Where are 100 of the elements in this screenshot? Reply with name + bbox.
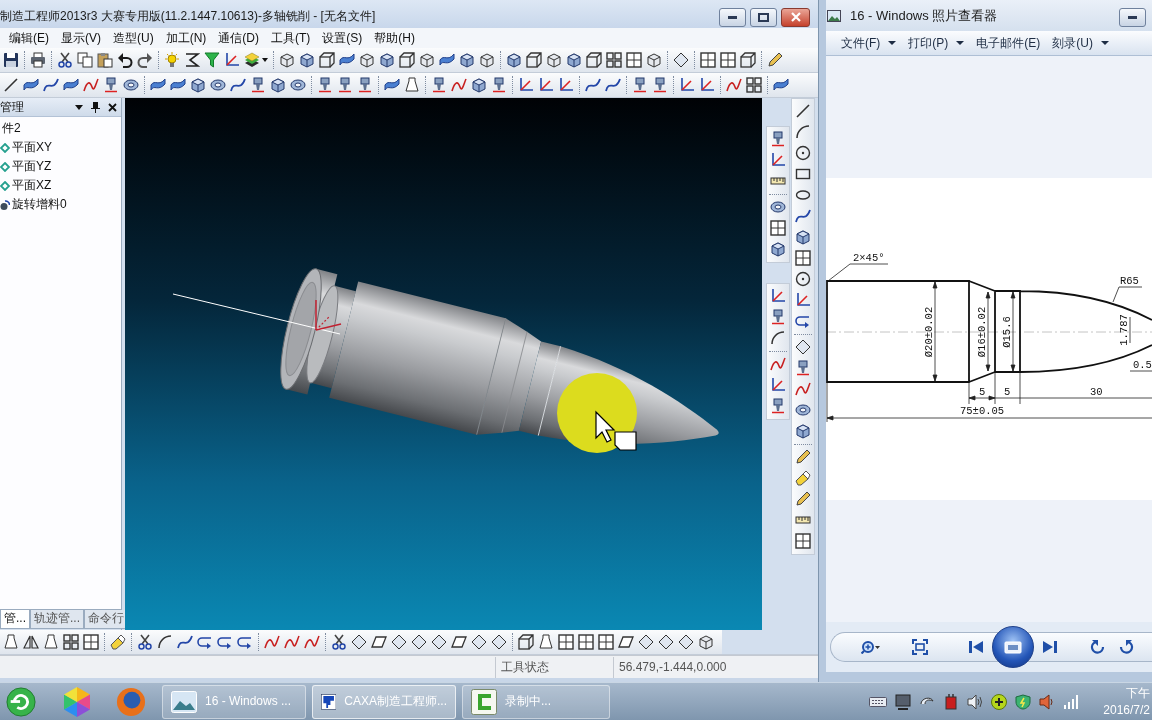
pencil-icon[interactable] <box>795 449 811 465</box>
hook-arrow-icon[interactable] <box>217 634 233 650</box>
rhombus-icon[interactable] <box>431 634 447 650</box>
axes-icon[interactable] <box>558 77 574 93</box>
cube-icon[interactable] <box>279 52 295 68</box>
wireframe-box-icon[interactable] <box>518 634 534 650</box>
window-grid-icon[interactable] <box>700 52 716 68</box>
shaded-cube-icon[interactable] <box>299 52 315 68</box>
drill-icon[interactable] <box>632 77 648 93</box>
pencil-icon[interactable] <box>767 52 783 68</box>
menu-item[interactable]: 通信(D) <box>212 29 265 47</box>
pinwheel-icon[interactable] <box>63 685 91 718</box>
drill-icon[interactable] <box>317 77 333 93</box>
window-grid-icon[interactable] <box>598 634 614 650</box>
ring-icon[interactable] <box>123 77 139 93</box>
menu-item[interactable]: 文件(F) <box>835 35 903 51</box>
rectangle-icon[interactable] <box>795 166 811 182</box>
tree-item[interactable]: 平面YZ <box>0 157 121 176</box>
wave-icon[interactable] <box>451 77 467 93</box>
axes-icon[interactable] <box>770 152 786 168</box>
parallelogram-icon[interactable] <box>618 634 634 650</box>
shaded-cube-icon[interactable] <box>506 52 522 68</box>
shaded-cube-icon[interactable] <box>795 229 811 245</box>
menu-item[interactable]: 设置(S) <box>316 29 369 47</box>
cube-icon[interactable] <box>359 52 375 68</box>
drill-icon[interactable] <box>357 77 373 93</box>
menu-item[interactable]: 电子邮件(E) <box>970 35 1047 51</box>
surface-icon[interactable] <box>773 77 789 93</box>
signal-bars-icon[interactable] <box>1063 693 1080 710</box>
rhombus-icon[interactable] <box>351 634 367 650</box>
grid-icon[interactable] <box>63 634 79 650</box>
wireframe-box-icon[interactable] <box>319 52 335 68</box>
shaded-cube-icon[interactable] <box>770 241 786 257</box>
ring-icon[interactable] <box>210 77 226 93</box>
window-grid-icon[interactable] <box>626 52 642 68</box>
surface-icon[interactable] <box>23 77 39 93</box>
cube-icon[interactable] <box>479 52 495 68</box>
speaker-icon[interactable] <box>1039 693 1056 710</box>
surface-icon[interactable] <box>439 52 455 68</box>
surface-icon[interactable] <box>384 77 400 93</box>
wave-icon[interactable] <box>264 634 280 650</box>
tree-item[interactable]: 件2 <box>0 119 121 138</box>
sound-waves-icon[interactable] <box>967 693 984 710</box>
mirror-triangles-icon[interactable] <box>23 634 39 650</box>
circle-icon[interactable] <box>795 145 811 161</box>
next-icon[interactable] <box>1042 639 1058 655</box>
tree-item[interactable]: 旋转增料0 <box>0 195 121 214</box>
cube-icon[interactable] <box>698 634 714 650</box>
zigzag-icon[interactable] <box>184 52 200 68</box>
scissors-icon[interactable] <box>57 52 73 68</box>
pin-icon[interactable] <box>91 101 100 113</box>
disc-ring-icon[interactable] <box>116 686 146 717</box>
drill-icon[interactable] <box>770 309 786 325</box>
line-icon[interactable] <box>3 77 19 93</box>
ring-icon[interactable] <box>290 77 306 93</box>
plug-icon[interactable] <box>943 693 960 710</box>
axes-icon[interactable] <box>770 377 786 393</box>
wave-icon[interactable] <box>83 77 99 93</box>
drill-icon[interactable] <box>652 77 668 93</box>
wireframe-box-icon[interactable] <box>399 52 415 68</box>
curve-icon[interactable] <box>230 77 246 93</box>
window-grid-icon[interactable] <box>720 52 736 68</box>
drill-icon[interactable] <box>103 77 119 93</box>
drill-icon[interactable] <box>770 398 786 414</box>
cube-icon[interactable] <box>419 52 435 68</box>
curve-icon[interactable] <box>177 634 193 650</box>
plus-circle-icon[interactable] <box>991 693 1008 710</box>
drill-icon[interactable] <box>337 77 353 93</box>
ring-icon[interactable] <box>795 402 811 418</box>
shaded-cube-icon[interactable] <box>795 423 811 439</box>
axes-icon[interactable] <box>538 77 554 93</box>
shaded-cube-icon[interactable] <box>270 77 286 93</box>
maximize-button[interactable] <box>750 7 777 27</box>
minimize-button[interactable] <box>1119 8 1146 27</box>
eraser-icon[interactable] <box>795 470 811 486</box>
axes-icon[interactable] <box>224 52 240 68</box>
shaded-cube-icon[interactable] <box>566 52 582 68</box>
zoom-icon[interactable] <box>861 640 880 654</box>
ring-icon[interactable] <box>770 199 786 215</box>
lightbulb-icon[interactable] <box>164 52 180 68</box>
bell-shape-icon[interactable] <box>404 77 420 93</box>
scissors-icon[interactable] <box>137 634 153 650</box>
wireframe-box-icon[interactable] <box>586 52 602 68</box>
axes-icon[interactable] <box>699 77 715 93</box>
wave-icon[interactable] <box>284 634 300 650</box>
cube-icon[interactable] <box>546 52 562 68</box>
rhombus-icon[interactable] <box>391 634 407 650</box>
curve-icon[interactable] <box>585 77 601 93</box>
wave-icon[interactable] <box>726 77 742 93</box>
menu-item[interactable]: 刻录(U) <box>1046 35 1115 51</box>
scissors-icon[interactable] <box>331 634 347 650</box>
redo-arrow-icon[interactable] <box>137 52 153 68</box>
shaded-cube-icon[interactable] <box>190 77 206 93</box>
line-icon[interactable] <box>795 103 811 119</box>
menu-item[interactable]: 打印(P) <box>902 35 971 51</box>
close-icon[interactable] <box>108 102 117 112</box>
slideshow-button[interactable] <box>992 626 1034 668</box>
ellipse-icon[interactable] <box>795 187 811 203</box>
menu-item[interactable]: 显示(V) <box>55 29 107 47</box>
panel-tab[interactable]: 管... <box>0 610 30 629</box>
